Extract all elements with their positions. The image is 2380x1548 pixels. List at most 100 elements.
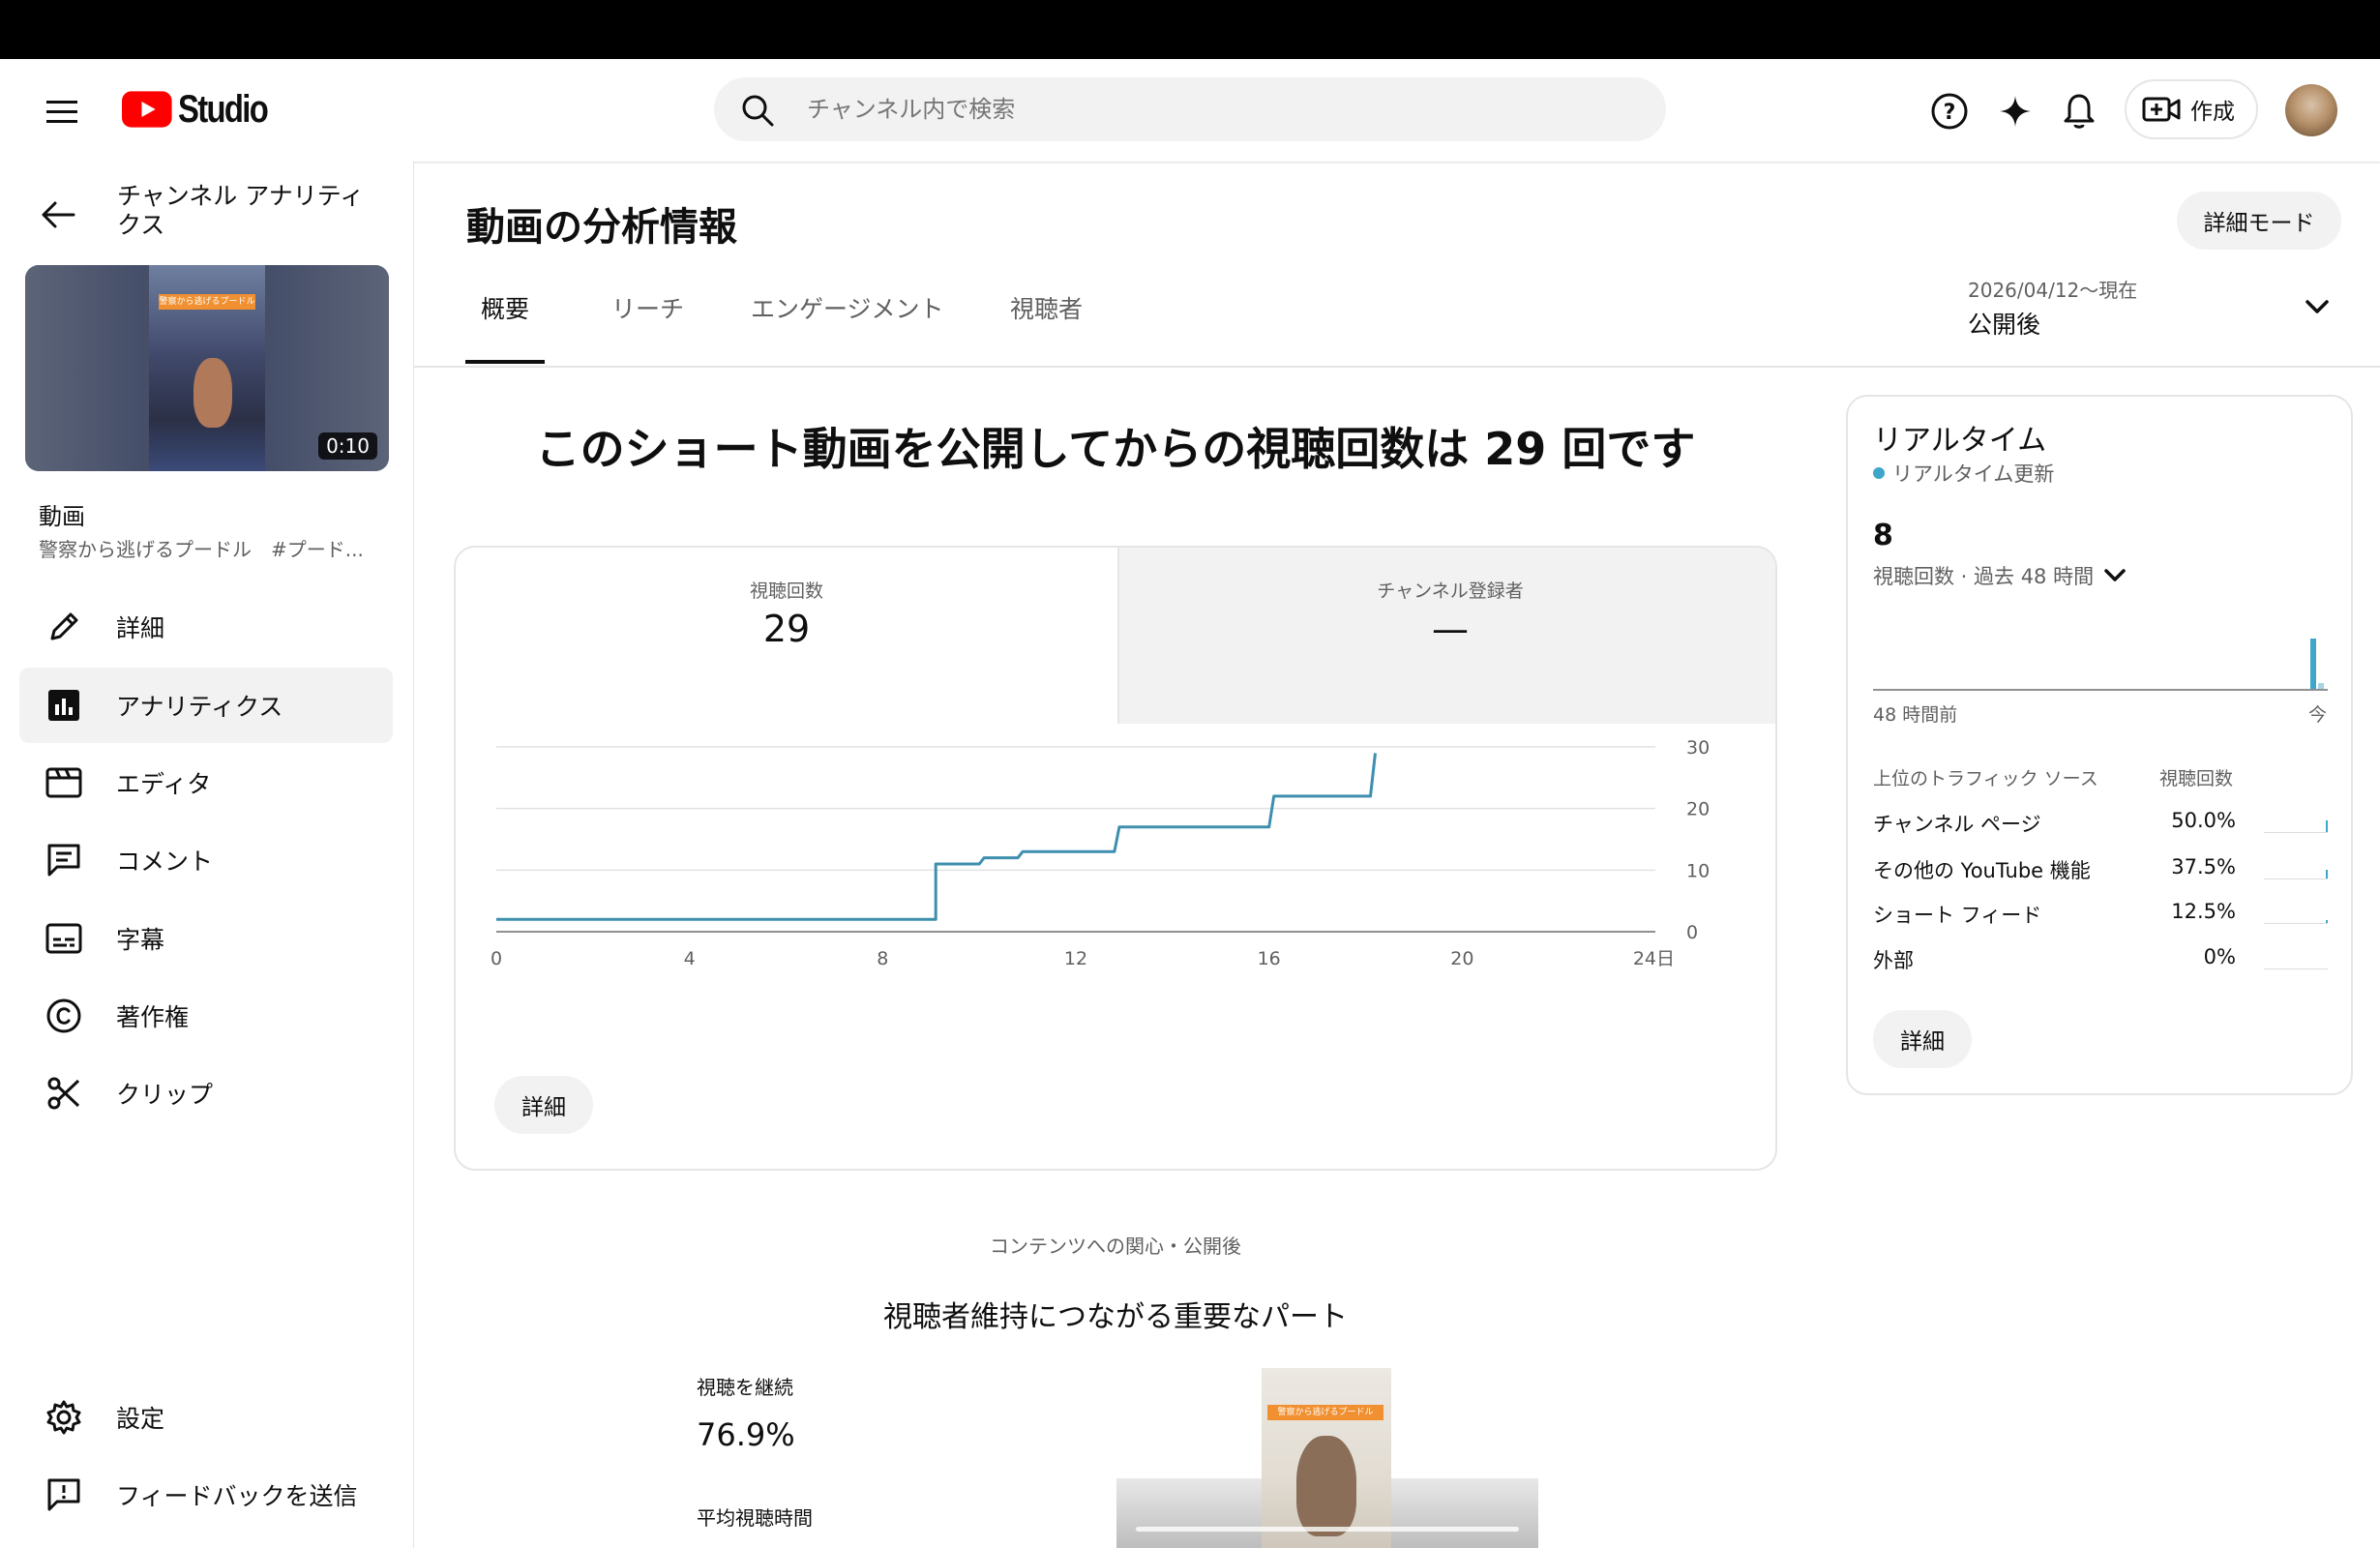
realtime-count-label: 視聴回数 · 過去 48 時間 xyxy=(1873,565,2095,588)
retention-preview[interactable]: 警察から逃げるプードル xyxy=(1116,1368,1538,1548)
gear-icon xyxy=(35,1380,93,1455)
preview-frame: 警察から逃げるプードル xyxy=(1262,1368,1391,1548)
video-title[interactable]: 警察から逃げるプードル #プード... xyxy=(39,534,387,562)
sidebar-item-label: 設定 xyxy=(116,1405,165,1433)
traffic-source-bar xyxy=(2264,809,2328,833)
metric-tab-views[interactable]: 視聴回数 29 xyxy=(456,548,1117,724)
bell-icon[interactable] xyxy=(2059,89,2099,134)
y-tick-label: 10 xyxy=(1686,860,1710,881)
sidebar-item-label: エディタ xyxy=(116,770,212,798)
x-tick-label: 12 xyxy=(1064,948,1087,969)
back-arrow-icon[interactable] xyxy=(37,194,79,236)
realtime-status-text: リアルタイム更新 xyxy=(1892,462,2055,486)
avg-duration-label: 平均視聴時間 xyxy=(697,1506,813,1530)
menu-icon[interactable] xyxy=(39,89,85,135)
preview-dog xyxy=(1296,1436,1356,1536)
chevron-down-icon xyxy=(2104,569,2126,581)
y-tick-label: 20 xyxy=(1686,799,1710,820)
help-icon[interactable]: ? xyxy=(1929,91,1970,132)
brand-studio: Studio xyxy=(177,87,269,131)
x-tick-label: 20 xyxy=(1450,948,1473,969)
metric-value: — xyxy=(1432,608,1469,650)
sidebar-item-copyright[interactable]: 著作権 xyxy=(19,978,393,1054)
traffic-source-bar-fill xyxy=(2326,820,2328,832)
comment-icon xyxy=(35,822,93,898)
y-tick-label: 30 xyxy=(1686,737,1710,759)
youtube-studio-logo[interactable]: Studio xyxy=(122,83,286,135)
sidebar-item-label: クリップ xyxy=(116,1081,214,1109)
video-label: 動画 xyxy=(39,503,85,530)
sidebar-item-details[interactable]: 詳細 xyxy=(19,589,393,665)
search-input[interactable] xyxy=(805,87,1641,132)
traffic-source-pct: 0% xyxy=(2203,945,2236,968)
sparkle-icon[interactable] xyxy=(1995,91,2036,132)
editor-icon xyxy=(35,745,93,820)
realtime-status: リアルタイム更新 xyxy=(1873,459,2054,488)
traffic-source-row: 外部 0% xyxy=(1873,945,2328,984)
traffic-source-name: チャンネル ページ xyxy=(1873,813,2041,836)
headline: このショート動画を公開してからの視聴回数は 29 回です xyxy=(535,423,1696,475)
sidebar-item-settings[interactable]: 設定 xyxy=(19,1380,393,1455)
tab-engagement[interactable]: エンゲージメント xyxy=(751,290,944,325)
sidebar-item-comments[interactable]: コメント xyxy=(19,822,393,898)
video-plus-icon xyxy=(2142,97,2181,122)
traffic-source-pct: 12.5% xyxy=(2171,900,2236,923)
sidebar-item-label: 字幕 xyxy=(116,926,165,954)
scissors-icon xyxy=(35,1056,93,1131)
traffic-source-bar xyxy=(2264,900,2328,924)
realtime-title: リアルタイム xyxy=(1873,424,2047,458)
sidebar-item-clips[interactable]: クリップ xyxy=(19,1056,393,1131)
search-box[interactable] xyxy=(714,77,1666,141)
overview-card: 視聴回数 29 チャンネル登録者 — 0 10 20 30 0 4 8 12 16 20 24日 詳… xyxy=(454,546,1777,1171)
sidebar-item-analytics[interactable]: アナリティクス xyxy=(19,668,393,743)
page-title: 動画の分析情報 xyxy=(466,205,737,250)
search-icon xyxy=(742,95,774,127)
x-tick-label: 0 xyxy=(491,948,502,969)
tab-overview[interactable]: 概要 xyxy=(481,290,529,325)
advanced-mode-button[interactable]: 詳細モード xyxy=(2177,192,2341,250)
thumb-caption: 警察から逃げるプードル xyxy=(159,294,255,310)
views-chart: 0 10 20 30 0 4 8 12 16 20 24日 xyxy=(491,737,1710,969)
sidebar-item-label: アナリティクス xyxy=(116,693,283,721)
traffic-header: 上位のトラフィック ソース xyxy=(1873,768,2098,789)
duration-badge: 0:10 xyxy=(318,432,377,460)
realtime-more-button[interactable]: 詳細 xyxy=(1873,1010,1972,1068)
video-thumbnail[interactable]: 警察から逃げるプードル 0:10 xyxy=(25,265,389,471)
tab-audience[interactable]: 視聴者 xyxy=(1010,290,1083,325)
youtube-play-icon xyxy=(122,91,172,128)
sidebar-item-label: コメント xyxy=(116,848,214,876)
sidebar-item-feedback[interactable]: フィードバックを送信 xyxy=(19,1457,393,1533)
realtime-mini-chart xyxy=(1873,629,2328,691)
date-range-selector[interactable]: 2026/04/12〜現在 公開後 xyxy=(1968,273,2329,342)
tab-underline xyxy=(465,360,545,364)
metric-tab-subscribers[interactable]: チャンネル登録者 — xyxy=(1117,548,1775,724)
traffic-source-row: その他の YouTube 機能 37.5% xyxy=(1873,855,2328,894)
realtime-bar xyxy=(2310,639,2316,689)
status-bar xyxy=(0,0,2380,59)
traffic-source-name: 外部 xyxy=(1873,949,1914,972)
sidebar-item-label: 詳細 xyxy=(116,614,165,642)
traffic-source-row: ショート フィード 12.5% xyxy=(1873,900,2328,938)
create-button[interactable]: 作成 xyxy=(2125,79,2258,139)
sidebar-item-subtitles[interactable]: 字幕 xyxy=(19,901,393,976)
chart-more-button[interactable]: 詳細 xyxy=(494,1076,593,1134)
realtime-count-selector[interactable]: 視聴回数 · 過去 48 時間 xyxy=(1873,561,2127,590)
realtime-bar xyxy=(2318,683,2324,689)
traffic-source-name: ショート フィード xyxy=(1873,904,2042,927)
tabs-divider xyxy=(414,366,2380,368)
traffic-source-pct: 37.5% xyxy=(2171,855,2236,878)
axis-end: 今 xyxy=(2308,704,2328,726)
traffic-source-name: その他の YouTube 機能 xyxy=(1873,859,2091,882)
sidebar-item-editor[interactable]: エディタ xyxy=(19,745,393,820)
metric-value: 29 xyxy=(762,608,811,650)
retention-value: 76.9% xyxy=(697,1416,795,1453)
axis-start: 48 時間前 xyxy=(1873,704,1958,726)
section-subtitle: コンテンツへの関心・公開後 xyxy=(990,1235,1241,1258)
sidebar-item-label: 著作権 xyxy=(116,1003,190,1031)
sidebar-item-label: フィードバックを送信 xyxy=(116,1482,358,1510)
y-tick-label: 0 xyxy=(1686,922,1698,943)
back-title[interactable]: チャンネル アナリティクス xyxy=(117,182,378,240)
avatar[interactable] xyxy=(2285,84,2337,136)
preview-progress xyxy=(1136,1527,1519,1532)
tab-reach[interactable]: リーチ xyxy=(611,290,684,325)
